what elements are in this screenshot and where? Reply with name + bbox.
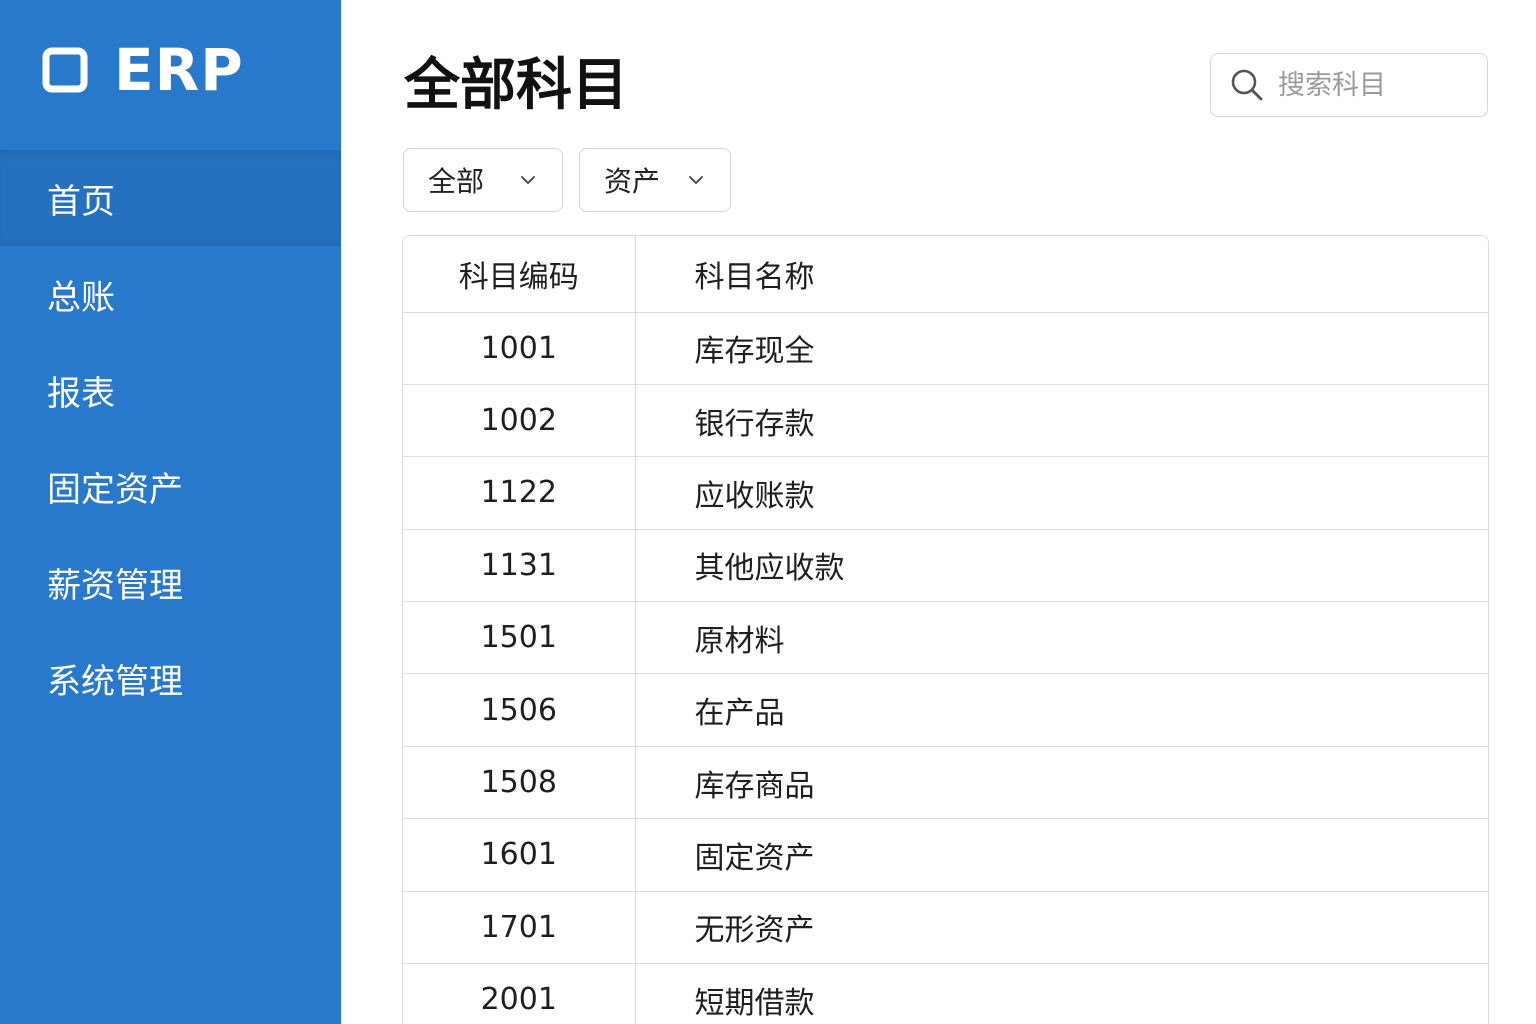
table-row[interactable]: 1601 固定资产: [403, 818, 1488, 892]
table-row[interactable]: 2001 短期借款: [403, 963, 1488, 1024]
sidebar-item-system[interactable]: 系统管理: [0, 630, 341, 726]
column-header-name[interactable]: 科目名称: [635, 236, 1488, 313]
sidebar: ERP 首页 总账 报表 固定资产 薪资管理 系统管理: [0, 0, 341, 1024]
table-row[interactable]: 1001 库存现全: [403, 312, 1488, 385]
account-name: 库存现全: [635, 312, 1488, 385]
sidebar-item-payroll[interactable]: 薪资管理: [0, 534, 341, 630]
sidebar-nav: 首页 总账 报表 固定资产 薪资管理 系统管理: [0, 150, 341, 726]
account-code: 1701: [403, 891, 636, 965]
brand[interactable]: ERP: [42, 38, 244, 102]
chevron-down-icon: [689, 176, 703, 184]
account-name: 在产品: [635, 673, 1488, 747]
sidebar-item-reports[interactable]: 报表: [0, 342, 341, 438]
account-code: 1122: [403, 456, 636, 530]
account-code: 2001: [403, 963, 636, 1024]
sidebar-item-general-ledger[interactable]: 总账: [0, 246, 341, 342]
account-name: 库存商品: [635, 746, 1488, 820]
table-row[interactable]: 1506 在产品: [403, 673, 1488, 747]
account-code: 1601: [403, 818, 636, 892]
account-code: 1508: [403, 746, 636, 820]
type-filter-select[interactable]: 资产: [579, 148, 731, 212]
search-input[interactable]: [1278, 69, 1468, 101]
account-code: 1131: [403, 529, 636, 603]
type-filter-value: 资产: [604, 165, 661, 198]
page-title: 全部科目: [404, 53, 628, 118]
account-name: 固定资产: [635, 818, 1488, 892]
table-header-row: 科目编码 科目名称: [403, 236, 1488, 313]
account-code: 1506: [403, 673, 636, 747]
search-box[interactable]: [1210, 53, 1488, 117]
table-row[interactable]: 1501 原材料: [403, 601, 1488, 675]
search-icon: [1231, 69, 1263, 101]
table-row[interactable]: 1122 应收账款: [403, 456, 1488, 530]
column-header-code[interactable]: 科目编码: [403, 236, 636, 313]
category-filter-value: 全部: [428, 165, 485, 198]
account-name: 其他应收款: [635, 529, 1488, 603]
account-code: 1001: [403, 312, 636, 385]
account-name: 短期借款: [635, 963, 1488, 1024]
account-name: 无形资产: [635, 891, 1488, 965]
app-window: ERP 首页 总账 报表 固定资产 薪资管理 系统管理 全部科目 全部: [0, 0, 1536, 1024]
account-name: 原材料: [635, 601, 1488, 675]
account-name: 应收账款: [635, 456, 1488, 530]
category-filter-select[interactable]: 全部: [403, 148, 563, 212]
table-row[interactable]: 1701 无形资产: [403, 891, 1488, 965]
table-row[interactable]: 1002 银行存款: [403, 384, 1488, 458]
table-row[interactable]: 1131 其他应收款: [403, 529, 1488, 603]
table-row[interactable]: 1508 库存商品: [403, 746, 1488, 820]
square-logo-icon: [42, 47, 88, 93]
sidebar-item-home[interactable]: 首页: [0, 150, 341, 246]
brand-name: ERP: [114, 36, 244, 104]
account-name: 银行存款: [635, 384, 1488, 458]
accounts-table: 科目编码 科目名称 1001 库存现全 1002 银行存款 1122 应收账款 …: [402, 235, 1489, 1024]
account-code: 1501: [403, 601, 636, 675]
chevron-down-icon: [521, 176, 535, 184]
account-code: 1002: [403, 384, 636, 458]
sidebar-item-fixed-assets[interactable]: 固定资产: [0, 438, 341, 534]
